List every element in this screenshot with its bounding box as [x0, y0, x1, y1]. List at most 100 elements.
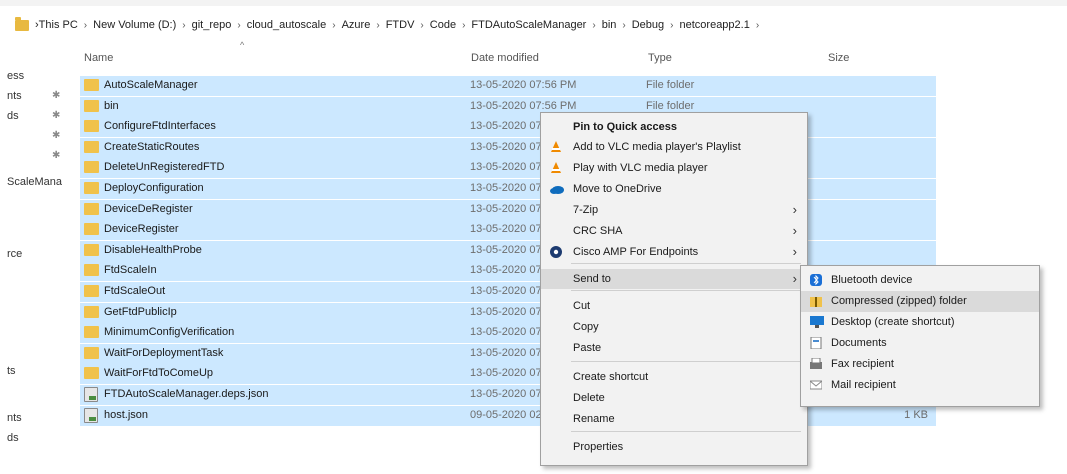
- nav-item-label: rce: [7, 248, 23, 260]
- breadcrumb-item[interactable]: bin: [602, 19, 617, 31]
- menu-item-properties[interactable]: Properties: [541, 437, 807, 457]
- submenu-item-fax-recipient[interactable]: Fax recipient: [801, 354, 1039, 375]
- nav-item[interactable]: nts ✱: [0, 90, 60, 102]
- menu-item-paste[interactable]: Paste: [541, 338, 807, 358]
- menu-item-cisco-amp-for-endpoints[interactable]: Cisco AMP For Endpoints ›: [541, 242, 807, 262]
- column-header-size[interactable]: Size: [828, 52, 849, 64]
- folder-icon: [84, 326, 99, 339]
- submenu-item-desktop-create-shortcut[interactable]: Desktop (create shortcut): [801, 312, 1039, 333]
- menu-item-rename[interactable]: Rename: [541, 409, 807, 429]
- menu-item-send-to[interactable]: Send to ›: [541, 269, 807, 289]
- breadcrumb-item[interactable]: Azure: [342, 19, 371, 31]
- row-date: 13-05-2020 07: [470, 161, 542, 174]
- menu-item-delete[interactable]: Delete: [541, 388, 807, 408]
- zip-folder-icon: [810, 295, 822, 307]
- menu-item-create-shortcut[interactable]: Create shortcut: [541, 367, 807, 387]
- vlc-icon: [550, 141, 562, 153]
- column-header-date[interactable]: Date modified: [471, 52, 539, 64]
- row-date: 13-05-2020 07: [470, 326, 542, 339]
- column-header-type[interactable]: Type: [648, 52, 672, 64]
- send-to-submenu: Bluetooth device Compressed (zipped) fold…: [800, 265, 1040, 407]
- chevron-right-icon: ›: [670, 19, 674, 31]
- nav-item[interactable]: ds ✱: [0, 110, 60, 122]
- row-name: bin: [104, 99, 119, 112]
- nav-item-label: nts: [7, 412, 22, 424]
- folder-icon: [15, 16, 29, 31]
- menu-item-label: Delete: [573, 392, 605, 404]
- nav-item-label: ts: [7, 365, 16, 377]
- chevron-right-icon: ›: [462, 19, 466, 31]
- row-type: File folder: [646, 79, 695, 91]
- submenu-item-bluetooth-device[interactable]: Bluetooth device: [801, 270, 1039, 291]
- row-date: 13-05-2020 07: [470, 388, 542, 400]
- nav-item-label: ds: [7, 432, 19, 444]
- breadcrumb-item[interactable]: Debug: [632, 19, 664, 31]
- folder-icon: [84, 202, 99, 215]
- menu-item-move-to-onedrive[interactable]: Move to OneDrive: [541, 179, 807, 199]
- window-top-strip: [0, 0, 1067, 6]
- nav-item-label: nts: [7, 90, 22, 102]
- menu-item-copy[interactable]: Copy: [541, 317, 807, 337]
- json-file-icon: [84, 407, 98, 423]
- fax-icon: [810, 357, 822, 370]
- vlc-icon: [550, 162, 562, 174]
- menu-item-label: Create shortcut: [573, 371, 649, 383]
- breadcrumb-item[interactable]: cloud_autoscale: [247, 19, 327, 31]
- row-date: 13-05-2020 07: [470, 264, 542, 277]
- nav-item[interactable]: ds: [0, 432, 19, 444]
- table-row[interactable]: AutoScaleManager 13-05-2020 07:56 PM File …: [80, 76, 936, 96]
- menu-item-label: Send to: [573, 273, 611, 285]
- row-size: 1 KB: [904, 408, 928, 421]
- row-name: DeviceDeRegister: [104, 202, 193, 215]
- menu-separator: [571, 290, 801, 291]
- nav-item[interactable]: rce: [0, 248, 22, 260]
- breadcrumb-item[interactable]: This PC: [39, 19, 78, 31]
- nav-item[interactable]: ts: [0, 365, 16, 377]
- menu-item-7-zip[interactable]: 7-Zip ›: [541, 200, 807, 220]
- menu-item-crc-sha[interactable]: CRC SHA ›: [541, 221, 807, 241]
- chevron-right-icon: ›: [332, 19, 336, 31]
- submenu-item-compressed-zipped-folder[interactable]: Compressed (zipped) folder: [801, 291, 1039, 312]
- folder-icon: [84, 285, 99, 297]
- submenu-item-documents[interactable]: Documents: [801, 333, 1039, 354]
- breadcrumb-item[interactable]: netcoreapp2.1: [680, 19, 750, 31]
- menu-item-play-with-vlc-media-player[interactable]: Play with VLC media player: [541, 158, 807, 178]
- breadcrumb-item[interactable]: New Volume (D:): [93, 19, 176, 31]
- breadcrumb-item[interactable]: FTDAutoScaleManager: [471, 19, 586, 31]
- column-header-name[interactable]: Name: [84, 52, 113, 64]
- row-date: 13-05-2020 07: [470, 243, 542, 256]
- row-date: 13-05-2020 07:56 PM: [470, 99, 577, 112]
- row-name: FtdScaleIn: [104, 264, 157, 277]
- menu-item-label: Pin to Quick access: [573, 121, 677, 133]
- menu-item-pin-to-quick-access[interactable]: Pin to Quick access: [541, 117, 807, 137]
- menu-item-label: Cut: [573, 300, 591, 312]
- nav-item[interactable]: ✱: [0, 130, 60, 142]
- row-name: DeviceRegister: [104, 223, 179, 236]
- menu-item-label: Cisco AMP For Endpoints: [573, 246, 699, 258]
- row-type: File folder: [646, 99, 695, 112]
- context-menu: Pin to Quick access Add to VLC media play…: [540, 112, 808, 466]
- chevron-right-icon: ›: [182, 19, 186, 31]
- row-date: 13-05-2020 07: [470, 223, 542, 236]
- row-date: 13-05-2020 07: [470, 182, 542, 194]
- row-name: AutoScaleManager: [104, 79, 198, 91]
- breadcrumb-item[interactable]: git_repo: [192, 19, 232, 31]
- submenu-item-label: Fax recipient: [831, 358, 894, 370]
- menu-item-cut[interactable]: Cut: [541, 296, 807, 316]
- menu-item-label: Copy: [573, 321, 599, 333]
- row-name: DisableHealthProbe: [104, 243, 202, 256]
- breadcrumb: This PC › New Volume (D:) › git_repo › cloud_a…: [39, 19, 766, 31]
- breadcrumb-item[interactable]: FTDV: [386, 19, 415, 31]
- row-name: host.json: [104, 408, 149, 421]
- nav-item[interactable]: ✱: [0, 150, 60, 162]
- breadcrumb-item[interactable]: Code: [430, 19, 456, 31]
- address-bar[interactable]: › This PC › New Volume (D:) › git_repo › cloud…: [0, 14, 1067, 36]
- nav-item[interactable]: ScaleMana: [0, 176, 62, 188]
- nav-item[interactable]: ess: [0, 70, 24, 82]
- menu-item-label: Paste: [573, 342, 602, 354]
- submenu-item-mail-recipient[interactable]: Mail recipient: [801, 375, 1039, 396]
- menu-item-add-to-vlc-media-player-s-playlist[interactable]: Add to VLC media player's Playlist: [541, 137, 807, 157]
- submenu-item-label: Compressed (zipped) folder: [831, 295, 967, 307]
- menu-separator: [571, 263, 801, 264]
- nav-item[interactable]: nts: [0, 412, 22, 424]
